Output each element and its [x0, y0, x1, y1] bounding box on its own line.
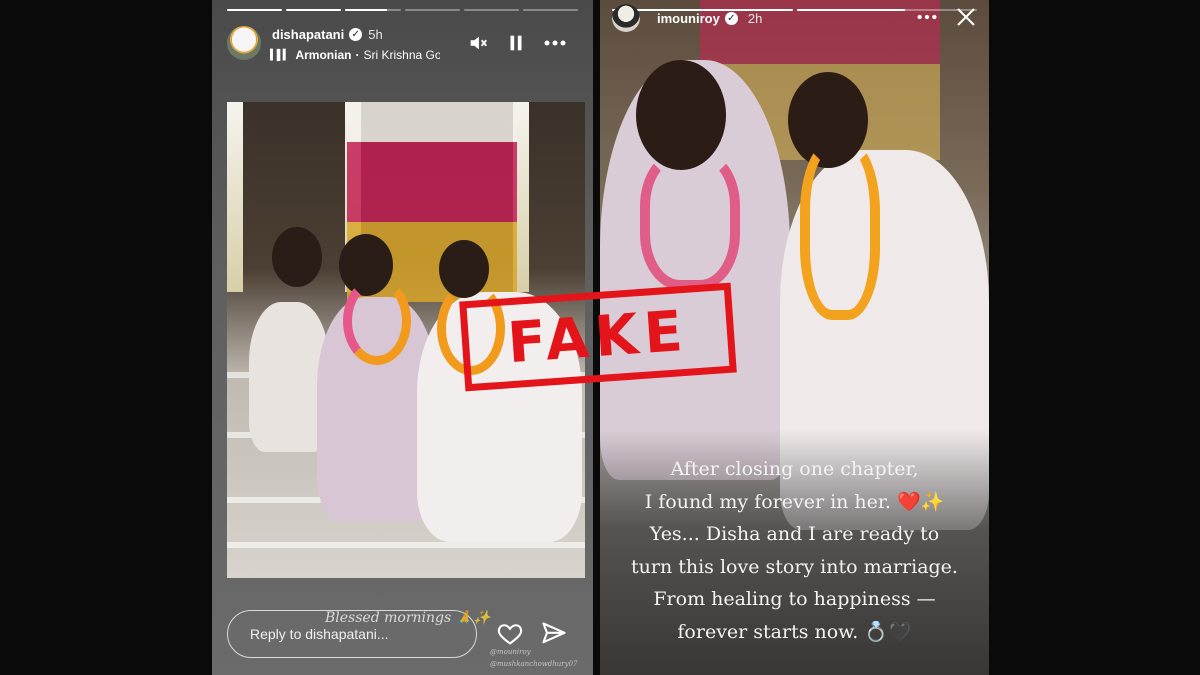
- credit-tag: @mouniroy: [490, 648, 531, 656]
- close-button[interactable]: [954, 6, 978, 30]
- send-icon: [542, 622, 566, 644]
- progress-segment: [463, 9, 519, 11]
- caption-line: I found my forever in her. ❤️✨: [644, 490, 945, 513]
- progress-segment: [286, 9, 342, 11]
- username[interactable]: imouniroy: [657, 11, 720, 26]
- avatar[interactable]: [612, 4, 640, 32]
- music-artist: Armonian: [295, 48, 352, 62]
- like-button[interactable]: [496, 620, 524, 648]
- progress-segment: [227, 9, 283, 11]
- heart-icon: [497, 624, 523, 645]
- avatar[interactable]: [227, 26, 261, 60]
- close-icon: [957, 8, 975, 26]
- post-time: 5h: [368, 26, 383, 42]
- share-button[interactable]: [540, 620, 568, 648]
- verified-icon: ✓: [724, 11, 738, 25]
- reply-placeholder: Reply to dishapatani...: [250, 626, 389, 642]
- progress-segment: [796, 9, 977, 11]
- progress-bar: [227, 9, 579, 11]
- fake-stamp: FAKE: [459, 282, 737, 392]
- pause-icon: [510, 35, 522, 51]
- caption-line: forever starts now. 💍🖤: [677, 620, 912, 643]
- speaker-muted-icon: [470, 36, 487, 50]
- music-bars-icon: ▍▌▍: [270, 49, 290, 61]
- music-song: Sri Krishna Gov: [363, 48, 440, 62]
- more-icon: [917, 14, 937, 20]
- music-label[interactable]: ▍▌▍ Armonian · Sri Krishna Gov: [270, 48, 440, 62]
- mute-button[interactable]: [466, 32, 490, 56]
- caption-line: turn this love story into marriage.: [631, 555, 958, 578]
- story-caption: After closing one chapter, I found my fo…: [600, 453, 989, 648]
- photo-watermark: Blessed mornings 🙏✨: [325, 610, 491, 626]
- caption-line: Yes... Disha and I are ready to: [649, 523, 940, 545]
- music-separator: ·: [355, 48, 360, 62]
- more-button[interactable]: [542, 32, 568, 56]
- username[interactable]: dishapatani: [272, 27, 344, 42]
- caption-line: After closing one chapter,: [670, 458, 919, 480]
- verified-icon: ✓: [349, 27, 363, 41]
- progress-segment: [345, 9, 401, 11]
- fake-stamp-text: FAKE: [505, 298, 691, 376]
- more-icon: [544, 40, 566, 46]
- credit-tag: @mushkanchowdhury07: [490, 660, 578, 668]
- pause-button[interactable]: [504, 32, 528, 56]
- post-time: 2h: [747, 10, 763, 26]
- progress-segment: [522, 9, 579, 11]
- more-button[interactable]: [914, 6, 940, 28]
- progress-segment: [404, 9, 460, 11]
- caption-line: From healing to happiness —: [653, 588, 936, 610]
